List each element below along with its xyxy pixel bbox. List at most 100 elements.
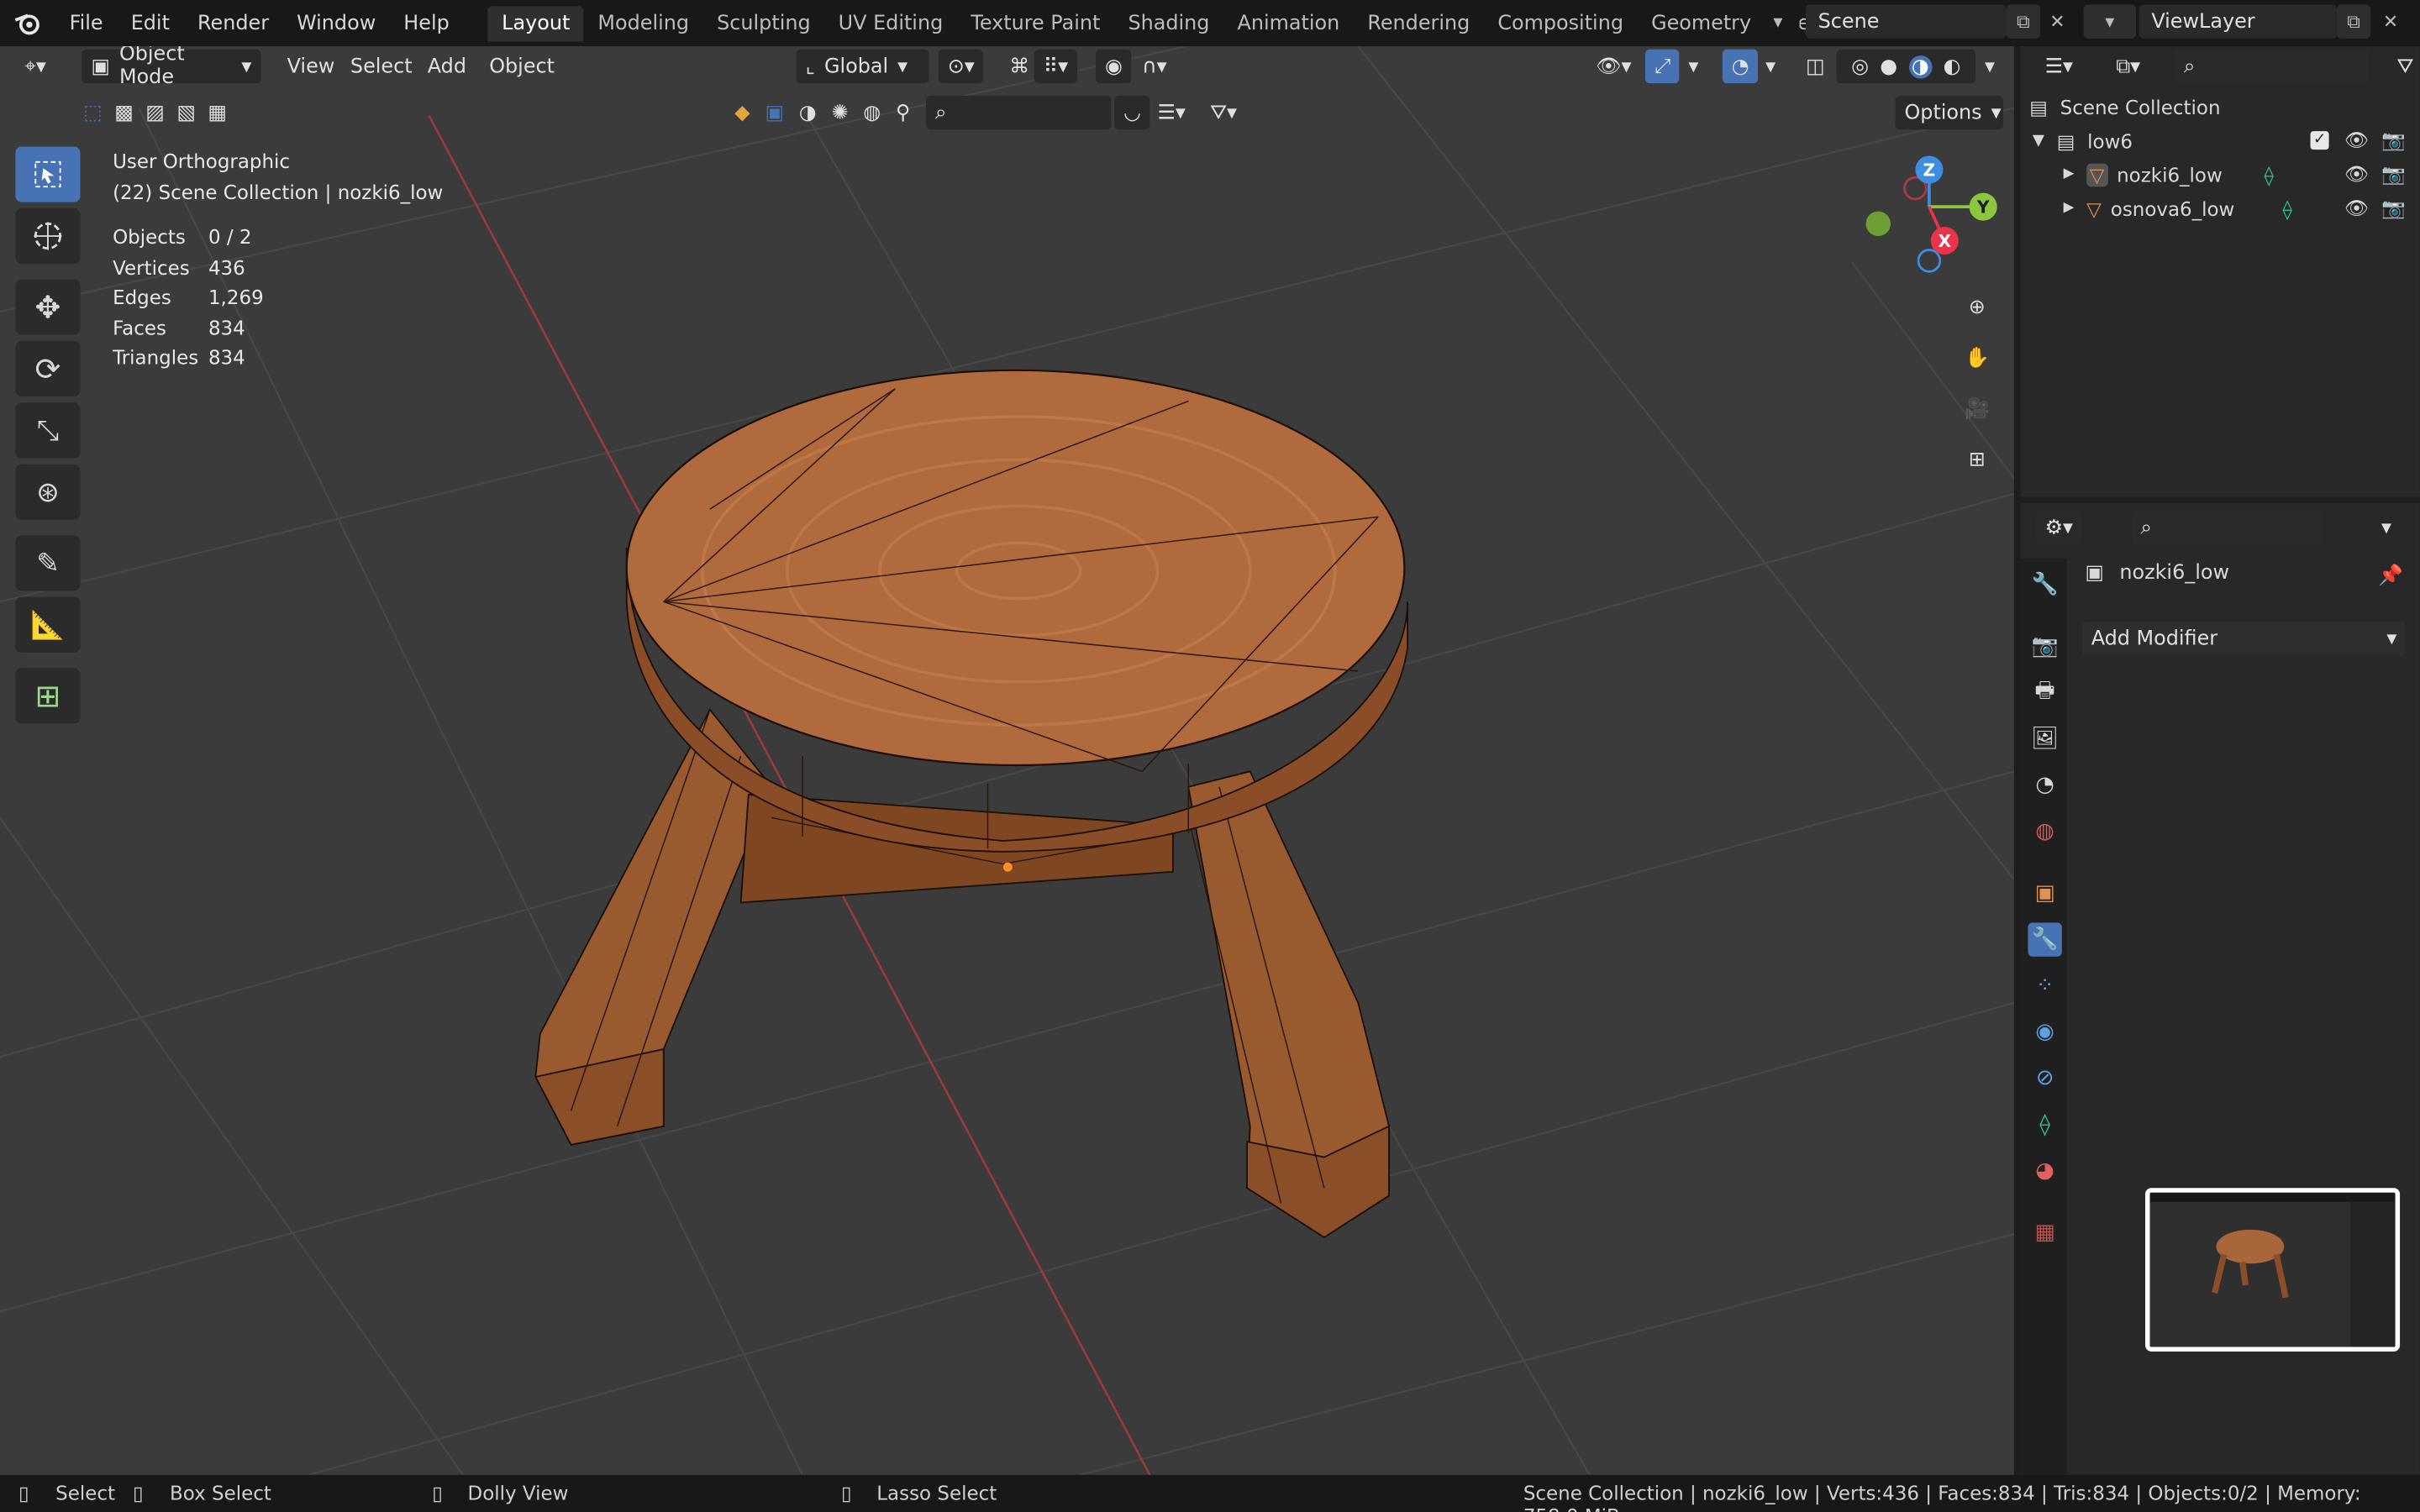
camera-icon[interactable]: 📷 xyxy=(2381,162,2406,186)
camera-icon[interactable]: 📷 xyxy=(2381,128,2406,152)
filter-world-icon[interactable]: ◍ xyxy=(863,101,881,124)
pin-icon[interactable]: 📌 xyxy=(2378,564,2403,588)
outliner-filter-icon[interactable]: ⛛ xyxy=(2387,50,2420,83)
view-layer-field[interactable]: ViewLayer xyxy=(2139,4,2337,39)
solid-shading-icon[interactable]: ● xyxy=(1880,55,1897,78)
mesh-data-icon[interactable]: ⟠ xyxy=(2264,163,2273,186)
gizmo-toggle-icon[interactable]: ⤢ xyxy=(1644,49,1681,84)
new-view-layer-icon[interactable]: ⧉ xyxy=(2336,4,2371,39)
tab-modeling[interactable]: Modeling xyxy=(584,5,703,40)
scene-tab-icon[interactable]: ◔ xyxy=(2028,769,2061,802)
options-dropdown[interactable]: Options ▾ xyxy=(1895,95,2004,130)
wireframe-shading-icon[interactable]: ◎ xyxy=(1851,55,1869,78)
checkbox-icon[interactable]: ✓ xyxy=(2310,131,2329,150)
scene-name-field[interactable]: Scene xyxy=(1805,4,2007,39)
tool-tab-icon[interactable]: 🔧 xyxy=(2028,568,2061,601)
outliner-search-input[interactable]: ⌕ xyxy=(2174,49,2370,84)
render-tab-icon[interactable]: 📷 xyxy=(2028,629,2061,663)
select-intersect-icon[interactable]: ▦ xyxy=(208,101,227,124)
pan-hand-icon[interactable]: ✋ xyxy=(1957,338,1997,378)
expand-icon[interactable]: ▼ xyxy=(2033,132,2044,149)
tab-texture-paint[interactable]: Texture Paint xyxy=(957,5,1114,40)
filter-light-icon[interactable]: ◑ xyxy=(799,101,817,124)
data-tab-icon[interactable]: ⟠ xyxy=(2028,1108,2061,1142)
outliner-editor-type-icon[interactable]: ☰▾ xyxy=(2036,50,2082,83)
tab-geometry-nodes[interactable]: Geometry Nodes xyxy=(1638,5,1834,40)
tab-compositing[interactable]: Compositing xyxy=(1484,5,1638,40)
menu-file[interactable]: File xyxy=(55,12,117,35)
overlays-toggle-icon[interactable]: ◔ xyxy=(1722,49,1759,84)
proportional-edit-icon[interactable]: ◉ xyxy=(1096,49,1132,84)
select-subtract-icon[interactable]: ▨ xyxy=(145,101,165,124)
overlays-dropdown-icon[interactable]: ▾ xyxy=(1756,50,1785,83)
select-box-tool-icon[interactable] xyxy=(15,146,81,202)
modifier-tab-icon[interactable]: 🔧 xyxy=(2028,922,2062,957)
object-row-nozki6[interactable]: ▶ ▽ nozki6_low ⟠ 👁 📷 xyxy=(2020,157,2420,191)
select-extend-icon[interactable]: ▩ xyxy=(114,101,134,124)
tab-rendering[interactable]: Rendering xyxy=(1354,5,1484,40)
physics-tab-icon[interactable]: ◉ xyxy=(2028,1016,2061,1049)
funnel-icon[interactable]: ⛛▾ xyxy=(1201,96,1246,129)
xray-toggle-icon[interactable]: ◫ xyxy=(1797,50,1834,83)
scale-tool-icon[interactable]: ⤡ xyxy=(15,402,81,459)
expand-icon[interactable]: ▶ xyxy=(2064,201,2075,216)
tab-layout[interactable]: Layout xyxy=(487,5,584,41)
annotate-tool-icon[interactable]: ✎ xyxy=(15,535,81,591)
transform-tool-icon[interactable]: ⊛ xyxy=(15,464,81,520)
object-row-osnova6[interactable]: ▶ ▽ osnova6_low ⟠ 👁 📷 xyxy=(2020,192,2420,225)
menu-help[interactable]: Help xyxy=(390,12,464,35)
visibility-icon[interactable]: 👁▾ xyxy=(1586,50,1640,83)
eye-icon[interactable]: 👁 xyxy=(2344,128,2369,152)
expand-icon[interactable]: ▶ xyxy=(2064,166,2075,181)
display-mode-icon[interactable]: ⧉▾ xyxy=(2107,50,2149,83)
output-tab-icon[interactable]: 🖶 xyxy=(2028,675,2061,709)
add-modifier-dropdown[interactable]: Add Modifier ▾ xyxy=(2081,622,2407,656)
snap-target-icon[interactable]: ⠿▾ xyxy=(1034,49,1078,84)
blender-logo-icon[interactable] xyxy=(0,0,55,46)
material-shading-icon[interactable]: ◑ xyxy=(1908,55,1933,78)
menu-edit[interactable]: Edit xyxy=(117,12,183,35)
menu-select[interactable]: Select xyxy=(341,50,422,83)
camera-view-icon[interactable]: 🎥 xyxy=(1957,389,1997,429)
filter-mesh-icon[interactable]: ▣ xyxy=(765,101,784,124)
menu-add[interactable]: Add xyxy=(418,50,476,83)
object-color-icon[interactable]: ◆ xyxy=(734,101,750,124)
move-tool-icon[interactable]: ✥ xyxy=(15,279,81,335)
mesh-data-icon[interactable]: ⟠ xyxy=(2282,197,2291,220)
cursor-tool-icon[interactable] xyxy=(15,207,81,265)
scene-selector-icon[interactable]: ▾ xyxy=(1756,4,1800,39)
properties-search-input[interactable]: ⌕ xyxy=(2131,510,2323,545)
tab-shading[interactable]: Shading xyxy=(1114,5,1223,40)
filter-material-icon[interactable]: ✺ xyxy=(832,101,849,124)
view-layer-selector-icon[interactable]: ▾ xyxy=(2083,4,2136,39)
properties-editor-type-icon[interactable]: ⚙▾ xyxy=(2035,510,2083,545)
particles-tab-icon[interactable]: ⁘ xyxy=(2028,969,2061,1002)
constraints-tab-icon[interactable]: ⊘ xyxy=(2028,1062,2061,1095)
3d-viewport[interactable]: ⌖▾ ▣ Object Mode ▾ View Select Add Objec… xyxy=(0,46,2014,1475)
select-invert-icon[interactable]: ▧ xyxy=(176,101,196,124)
menu-object[interactable]: Object xyxy=(480,50,564,83)
tab-uv-editing[interactable]: UV Editing xyxy=(824,5,957,40)
gizmo-dropdown-icon[interactable]: ▾ xyxy=(1679,50,1707,83)
rendered-shading-icon[interactable]: ◐ xyxy=(1944,55,1961,78)
pivot-point-icon[interactable]: ⊙▾ xyxy=(938,49,984,84)
world-tab-icon[interactable]: ◍ xyxy=(2028,815,2061,848)
filter-armature-icon[interactable]: ⚲ xyxy=(896,101,911,124)
shading-dropdown-icon[interactable]: ▾ xyxy=(1975,50,2004,83)
snap-toggle-icon[interactable]: ⌘ xyxy=(1000,50,1039,83)
measure-tool-icon[interactable]: 📐 xyxy=(15,596,81,653)
add-cube-tool-icon[interactable]: ⊞ xyxy=(15,668,81,724)
delete-scene-icon[interactable]: ✕ xyxy=(2040,4,2075,39)
rotate-tool-icon[interactable]: ⟳ xyxy=(15,340,81,397)
menu-window[interactable]: Window xyxy=(283,12,390,35)
navigation-gizmo[interactable]: Z Y X xyxy=(1861,151,2000,290)
menu-render[interactable]: Render xyxy=(183,12,282,35)
texture-tab-icon[interactable]: ▦ xyxy=(2028,1215,2061,1249)
properties-options-icon[interactable]: ▾ xyxy=(2372,511,2401,544)
zoom-icon[interactable]: ⊕ xyxy=(1957,287,1997,328)
tab-sculpting[interactable]: Sculpting xyxy=(703,5,825,40)
viewport-search-input[interactable]: ⌕ xyxy=(926,95,1112,130)
editor-type-icon[interactable]: ⌖▾ xyxy=(15,50,67,83)
collection-row-low6[interactable]: ▼ ▤ low6 ✓ 👁 📷 xyxy=(2020,123,2420,157)
menu-view[interactable]: View xyxy=(278,50,345,83)
